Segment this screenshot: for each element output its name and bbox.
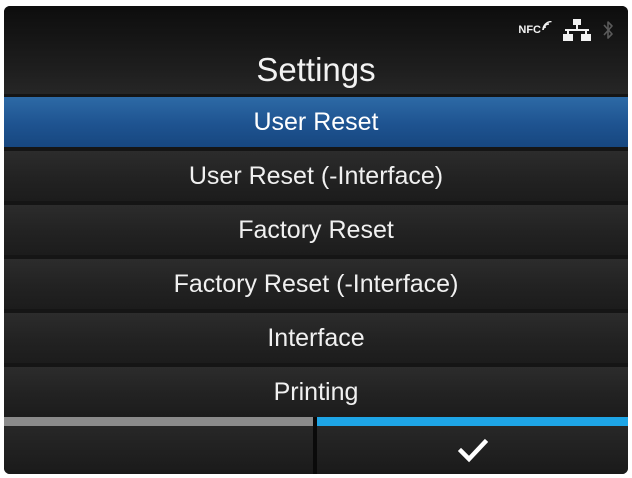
menu-item-interface[interactable]: Interface bbox=[4, 313, 628, 363]
menu-item-factory-reset-interface[interactable]: Factory Reset (-Interface) bbox=[4, 259, 628, 309]
confirm-button[interactable] bbox=[317, 417, 628, 474]
page-title: Settings bbox=[256, 51, 376, 88]
left-softkey-button[interactable] bbox=[4, 417, 313, 474]
network-icon bbox=[563, 19, 591, 41]
left-softkey-indicator bbox=[4, 417, 313, 426]
menu-item-label: Factory Reset (-Interface) bbox=[173, 270, 459, 298]
check-icon bbox=[458, 438, 488, 463]
status-icons: NFC bbox=[518, 18, 614, 42]
menu-item-factory-reset[interactable]: Factory Reset bbox=[4, 205, 628, 255]
settings-menu: User Reset User Reset (-Interface) Facto… bbox=[4, 97, 628, 421]
menu-item-label: User Reset (-Interface) bbox=[188, 162, 444, 190]
screen: NFC Settings User Reset User Reset (-Int… bbox=[0, 0, 632, 478]
header: NFC Settings bbox=[4, 6, 628, 94]
menu-item-printing[interactable]: Printing bbox=[4, 367, 628, 417]
right-softkey-indicator bbox=[317, 417, 628, 426]
softkey-bar bbox=[4, 417, 628, 474]
menu-item-label: User Reset bbox=[253, 108, 379, 136]
menu-item-user-reset-interface[interactable]: User Reset (-Interface) bbox=[4, 151, 628, 201]
menu-item-label: Interface bbox=[267, 324, 365, 352]
bluetooth-icon bbox=[603, 21, 613, 39]
nfc-label: NFC bbox=[518, 24, 541, 36]
display-panel: NFC Settings User Reset User Reset (-Int… bbox=[4, 6, 628, 474]
nfc-icon: NFC bbox=[518, 21, 552, 39]
menu-item-label: Factory Reset bbox=[238, 216, 394, 244]
menu-item-user-reset[interactable]: User Reset bbox=[4, 97, 628, 147]
menu-item-label: Printing bbox=[273, 378, 359, 406]
nfc-wave-icon bbox=[542, 21, 552, 31]
